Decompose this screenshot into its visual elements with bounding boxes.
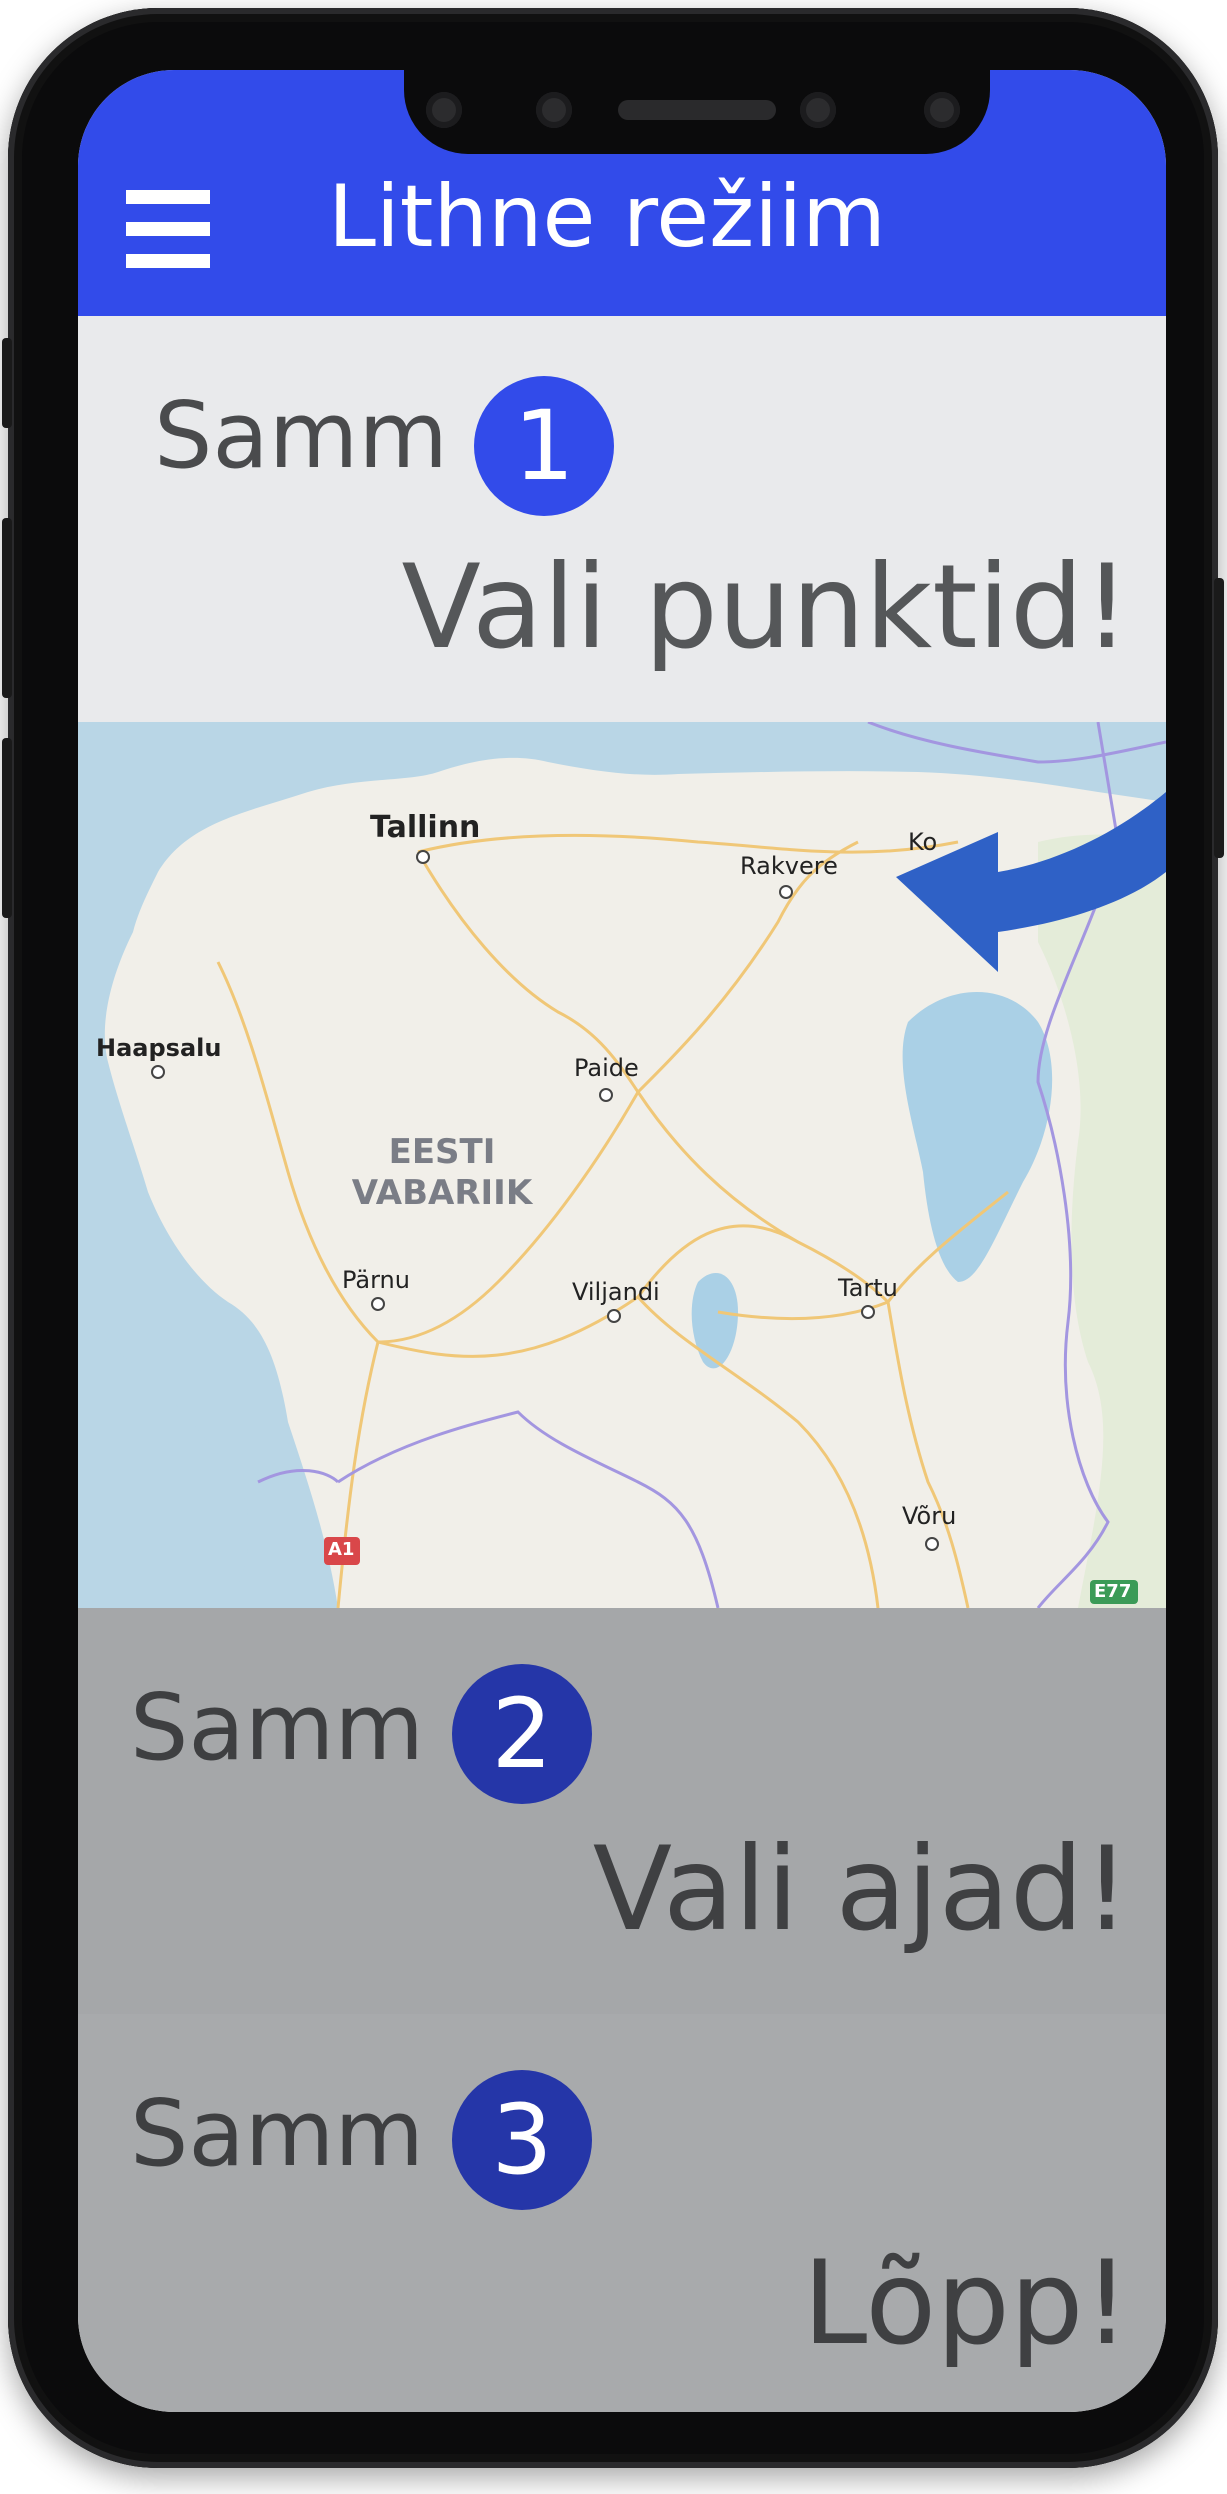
- step-number-badge: 3: [452, 2070, 592, 2210]
- step-label: Samm: [130, 2080, 425, 2187]
- map-label-ko: Ko: [908, 828, 938, 856]
- map-label-rakvere: Rakvere: [740, 852, 838, 880]
- map-label-haapsalu: Haapsalu: [96, 1034, 222, 1062]
- map-label-viljandi: Viljandi: [572, 1278, 660, 1306]
- step-label: Samm: [130, 1674, 425, 1781]
- sensor-dot: [924, 92, 960, 128]
- front-camera: [800, 92, 836, 128]
- step-label: Samm: [154, 382, 449, 489]
- step-instruction: Vali ajad!: [592, 1822, 1130, 1957]
- phone-frame: Lithne režiim Samm 1 Vali punktid! Talli…: [2, 8, 1224, 2468]
- map-graphic: [78, 722, 1166, 1608]
- sensor-dot: [426, 92, 462, 128]
- step-3-panel[interactable]: Samm 3 Lõpp!: [78, 2014, 1166, 2412]
- sensor-dot: [536, 92, 572, 128]
- map-label-country: EESTI VABARIIK: [351, 1132, 533, 1213]
- notch: [404, 70, 990, 154]
- hamburger-menu-icon[interactable]: [126, 190, 210, 268]
- step-instruction: Vali punktid!: [401, 540, 1130, 675]
- volume-up-button: [2, 518, 12, 698]
- step-instruction: Lõpp!: [802, 2236, 1130, 2371]
- speaker-grille: [618, 100, 776, 120]
- power-button: [1214, 578, 1224, 858]
- road-sign-a1: A1: [328, 1539, 355, 1560]
- volume-down-button: [2, 738, 12, 918]
- step-number-badge: 2: [452, 1664, 592, 1804]
- mute-switch: [2, 338, 12, 428]
- map-label-tallinn: Tallinn: [370, 810, 481, 845]
- map-label-paide: Paide: [574, 1054, 639, 1082]
- map-label-parnu: Pärnu: [342, 1266, 410, 1294]
- step-number-badge: 1: [474, 376, 614, 516]
- step-2-panel[interactable]: Samm 2 Vali ajad!: [78, 1608, 1166, 2017]
- page-title: Lithne režiim: [328, 167, 886, 267]
- road-sign-e77: E77: [1094, 1581, 1132, 1602]
- map-label-voru: Võru: [902, 1502, 957, 1530]
- phone-screen: Lithne režiim Samm 1 Vali punktid! Talli…: [78, 70, 1166, 2412]
- step-1-panel[interactable]: Samm 1 Vali punktid!: [78, 316, 1166, 722]
- map-label-tartu: Tartu: [838, 1274, 898, 1302]
- map-view[interactable]: Tallinn Rakvere Ko Haapsalu Paide Pärnu …: [78, 722, 1166, 1608]
